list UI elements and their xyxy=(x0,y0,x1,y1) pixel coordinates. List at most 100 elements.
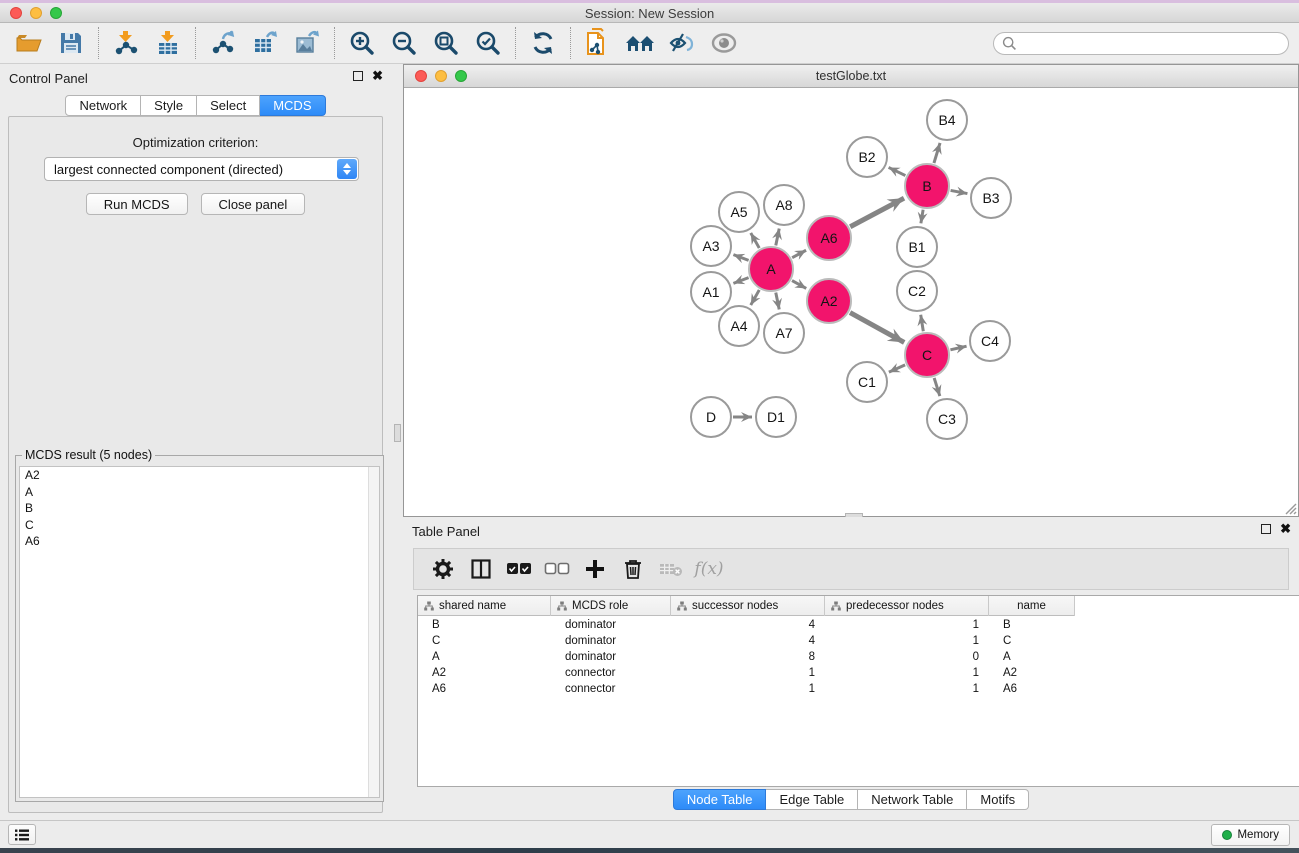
network-window-titlebar[interactable]: testGlobe.txt xyxy=(404,65,1298,88)
edge-A-A3[interactable] xyxy=(733,255,748,261)
result-scrollbar[interactable] xyxy=(368,467,379,797)
open-file-button[interactable] xyxy=(8,25,50,61)
memory-button[interactable]: Memory xyxy=(1211,824,1290,846)
eye-button[interactable] xyxy=(703,25,745,61)
edge-A-A5[interactable] xyxy=(751,233,760,248)
close-panel-icon[interactable]: ✖ xyxy=(372,71,383,81)
node-C2[interactable]: C2 xyxy=(897,271,937,311)
float-panel-icon[interactable] xyxy=(353,71,363,81)
node-C4[interactable]: C4 xyxy=(970,321,1010,361)
show-hide-button[interactable] xyxy=(661,25,703,61)
new-network-button[interactable] xyxy=(577,25,619,61)
result-item[interactable]: A6 xyxy=(20,533,379,550)
node-C3[interactable]: C3 xyxy=(927,399,967,439)
close-panel-button[interactable]: Close panel xyxy=(201,193,306,215)
table-row[interactable]: A2connector11A2 xyxy=(418,665,1299,681)
edge-C-C2[interactable] xyxy=(921,315,924,332)
home-button[interactable] xyxy=(619,25,661,61)
resize-handle-icon[interactable] xyxy=(1283,501,1297,515)
node-A8[interactable]: A8 xyxy=(764,185,804,225)
show-columns-button[interactable] xyxy=(462,551,500,587)
zoom-fit-button[interactable] xyxy=(425,25,467,61)
edge-A-A1[interactable] xyxy=(733,278,748,284)
import-network-button[interactable] xyxy=(105,25,147,61)
result-item[interactable]: C xyxy=(20,517,379,534)
result-item[interactable]: B xyxy=(20,500,379,517)
table-row[interactable]: Cdominator41C xyxy=(418,633,1299,649)
node-A4[interactable]: A4 xyxy=(719,306,759,346)
edge-A-A7[interactable] xyxy=(776,293,779,310)
tab-select[interactable]: Select xyxy=(197,95,260,116)
node-B3[interactable]: B3 xyxy=(971,178,1011,218)
float-table-panel-icon[interactable] xyxy=(1261,524,1271,534)
edge-A-A8[interactable] xyxy=(776,229,779,246)
table-settings-button[interactable] xyxy=(424,551,462,587)
save-session-button[interactable] xyxy=(50,25,92,61)
function-builder-button[interactable]: f(x) xyxy=(690,551,728,587)
add-column-button[interactable] xyxy=(576,551,614,587)
column-header-mcds-role[interactable]: MCDS role xyxy=(551,596,671,616)
table-row[interactable]: Bdominator41B xyxy=(418,617,1299,633)
import-table-button[interactable] xyxy=(147,25,189,61)
edge-C-C4[interactable] xyxy=(950,346,966,350)
export-table-button[interactable] xyxy=(244,25,286,61)
zoom-selected-button[interactable] xyxy=(467,25,509,61)
close-table-panel-icon[interactable]: ✖ xyxy=(1280,524,1291,534)
delete-column-button[interactable] xyxy=(614,551,652,587)
tab-network-table[interactable]: Network Table xyxy=(858,789,967,810)
tab-motifs[interactable]: Motifs xyxy=(967,789,1029,810)
refresh-button[interactable] xyxy=(522,25,564,61)
node-C1[interactable]: C1 xyxy=(847,362,887,402)
edge-C-C1[interactable] xyxy=(889,365,905,372)
node-A[interactable]: A xyxy=(749,247,793,291)
edge-A2-C[interactable] xyxy=(850,313,904,343)
node-B1[interactable]: B1 xyxy=(897,227,937,267)
run-mcds-button[interactable]: Run MCDS xyxy=(86,193,188,215)
node-A7[interactable]: A7 xyxy=(764,313,804,353)
column-header-predecessor-nodes[interactable]: predecessor nodes xyxy=(825,596,989,616)
edge-A6-B[interactable] xyxy=(850,198,904,227)
search-field[interactable] xyxy=(993,32,1289,55)
zoom-in-button[interactable] xyxy=(341,25,383,61)
unselect-all-button[interactable] xyxy=(538,551,576,587)
divider-grip-vertical[interactable] xyxy=(394,424,401,442)
table-row[interactable]: Adominator80A xyxy=(418,649,1299,665)
export-network-button[interactable] xyxy=(202,25,244,61)
result-item[interactable]: A2 xyxy=(20,467,379,484)
tab-node-table[interactable]: Node Table xyxy=(673,789,767,810)
column-header-successor-nodes[interactable]: successor nodes xyxy=(671,596,825,616)
edge-B-B3[interactable] xyxy=(951,190,968,193)
node-C[interactable]: C xyxy=(905,333,949,377)
delete-table-button[interactable] xyxy=(652,551,690,587)
table-row[interactable]: A6connector11A6 xyxy=(418,681,1299,697)
tab-network[interactable]: Network xyxy=(65,95,141,116)
node-A5[interactable]: A5 xyxy=(719,192,759,232)
node-B4[interactable]: B4 xyxy=(927,100,967,140)
node-D1[interactable]: D1 xyxy=(756,397,796,437)
edge-C-C3[interactable] xyxy=(934,378,940,396)
edge-B-B4[interactable] xyxy=(934,143,940,163)
tab-edge-table[interactable]: Edge Table xyxy=(766,789,858,810)
edge-A-A6[interactable] xyxy=(792,250,806,257)
node-B[interactable]: B xyxy=(905,164,949,208)
tab-mcds[interactable]: MCDS xyxy=(260,95,325,116)
node-A6[interactable]: A6 xyxy=(807,216,851,260)
node-A3[interactable]: A3 xyxy=(691,226,731,266)
edge-B-B1[interactable] xyxy=(921,210,923,224)
select-all-button[interactable] xyxy=(500,551,538,587)
edge-A-A2[interactable] xyxy=(792,281,806,289)
node-B2[interactable]: B2 xyxy=(847,137,887,177)
task-history-button[interactable] xyxy=(8,824,36,845)
zoom-out-button[interactable] xyxy=(383,25,425,61)
result-item[interactable]: A xyxy=(20,484,379,501)
edge-A-A4[interactable] xyxy=(751,290,760,305)
node-D[interactable]: D xyxy=(691,397,731,437)
tab-style[interactable]: Style xyxy=(141,95,197,116)
node-table[interactable]: shared nameMCDS rolesuccessor nodesprede… xyxy=(417,595,1299,787)
export-image-button[interactable] xyxy=(286,25,328,61)
edge-B-B2[interactable] xyxy=(889,167,906,175)
column-header-shared-name[interactable]: shared name xyxy=(418,596,551,616)
node-A2[interactable]: A2 xyxy=(807,279,851,323)
mcds-result-list[interactable]: A2ABCA6 xyxy=(19,466,380,798)
search-input[interactable] xyxy=(1017,34,1288,53)
